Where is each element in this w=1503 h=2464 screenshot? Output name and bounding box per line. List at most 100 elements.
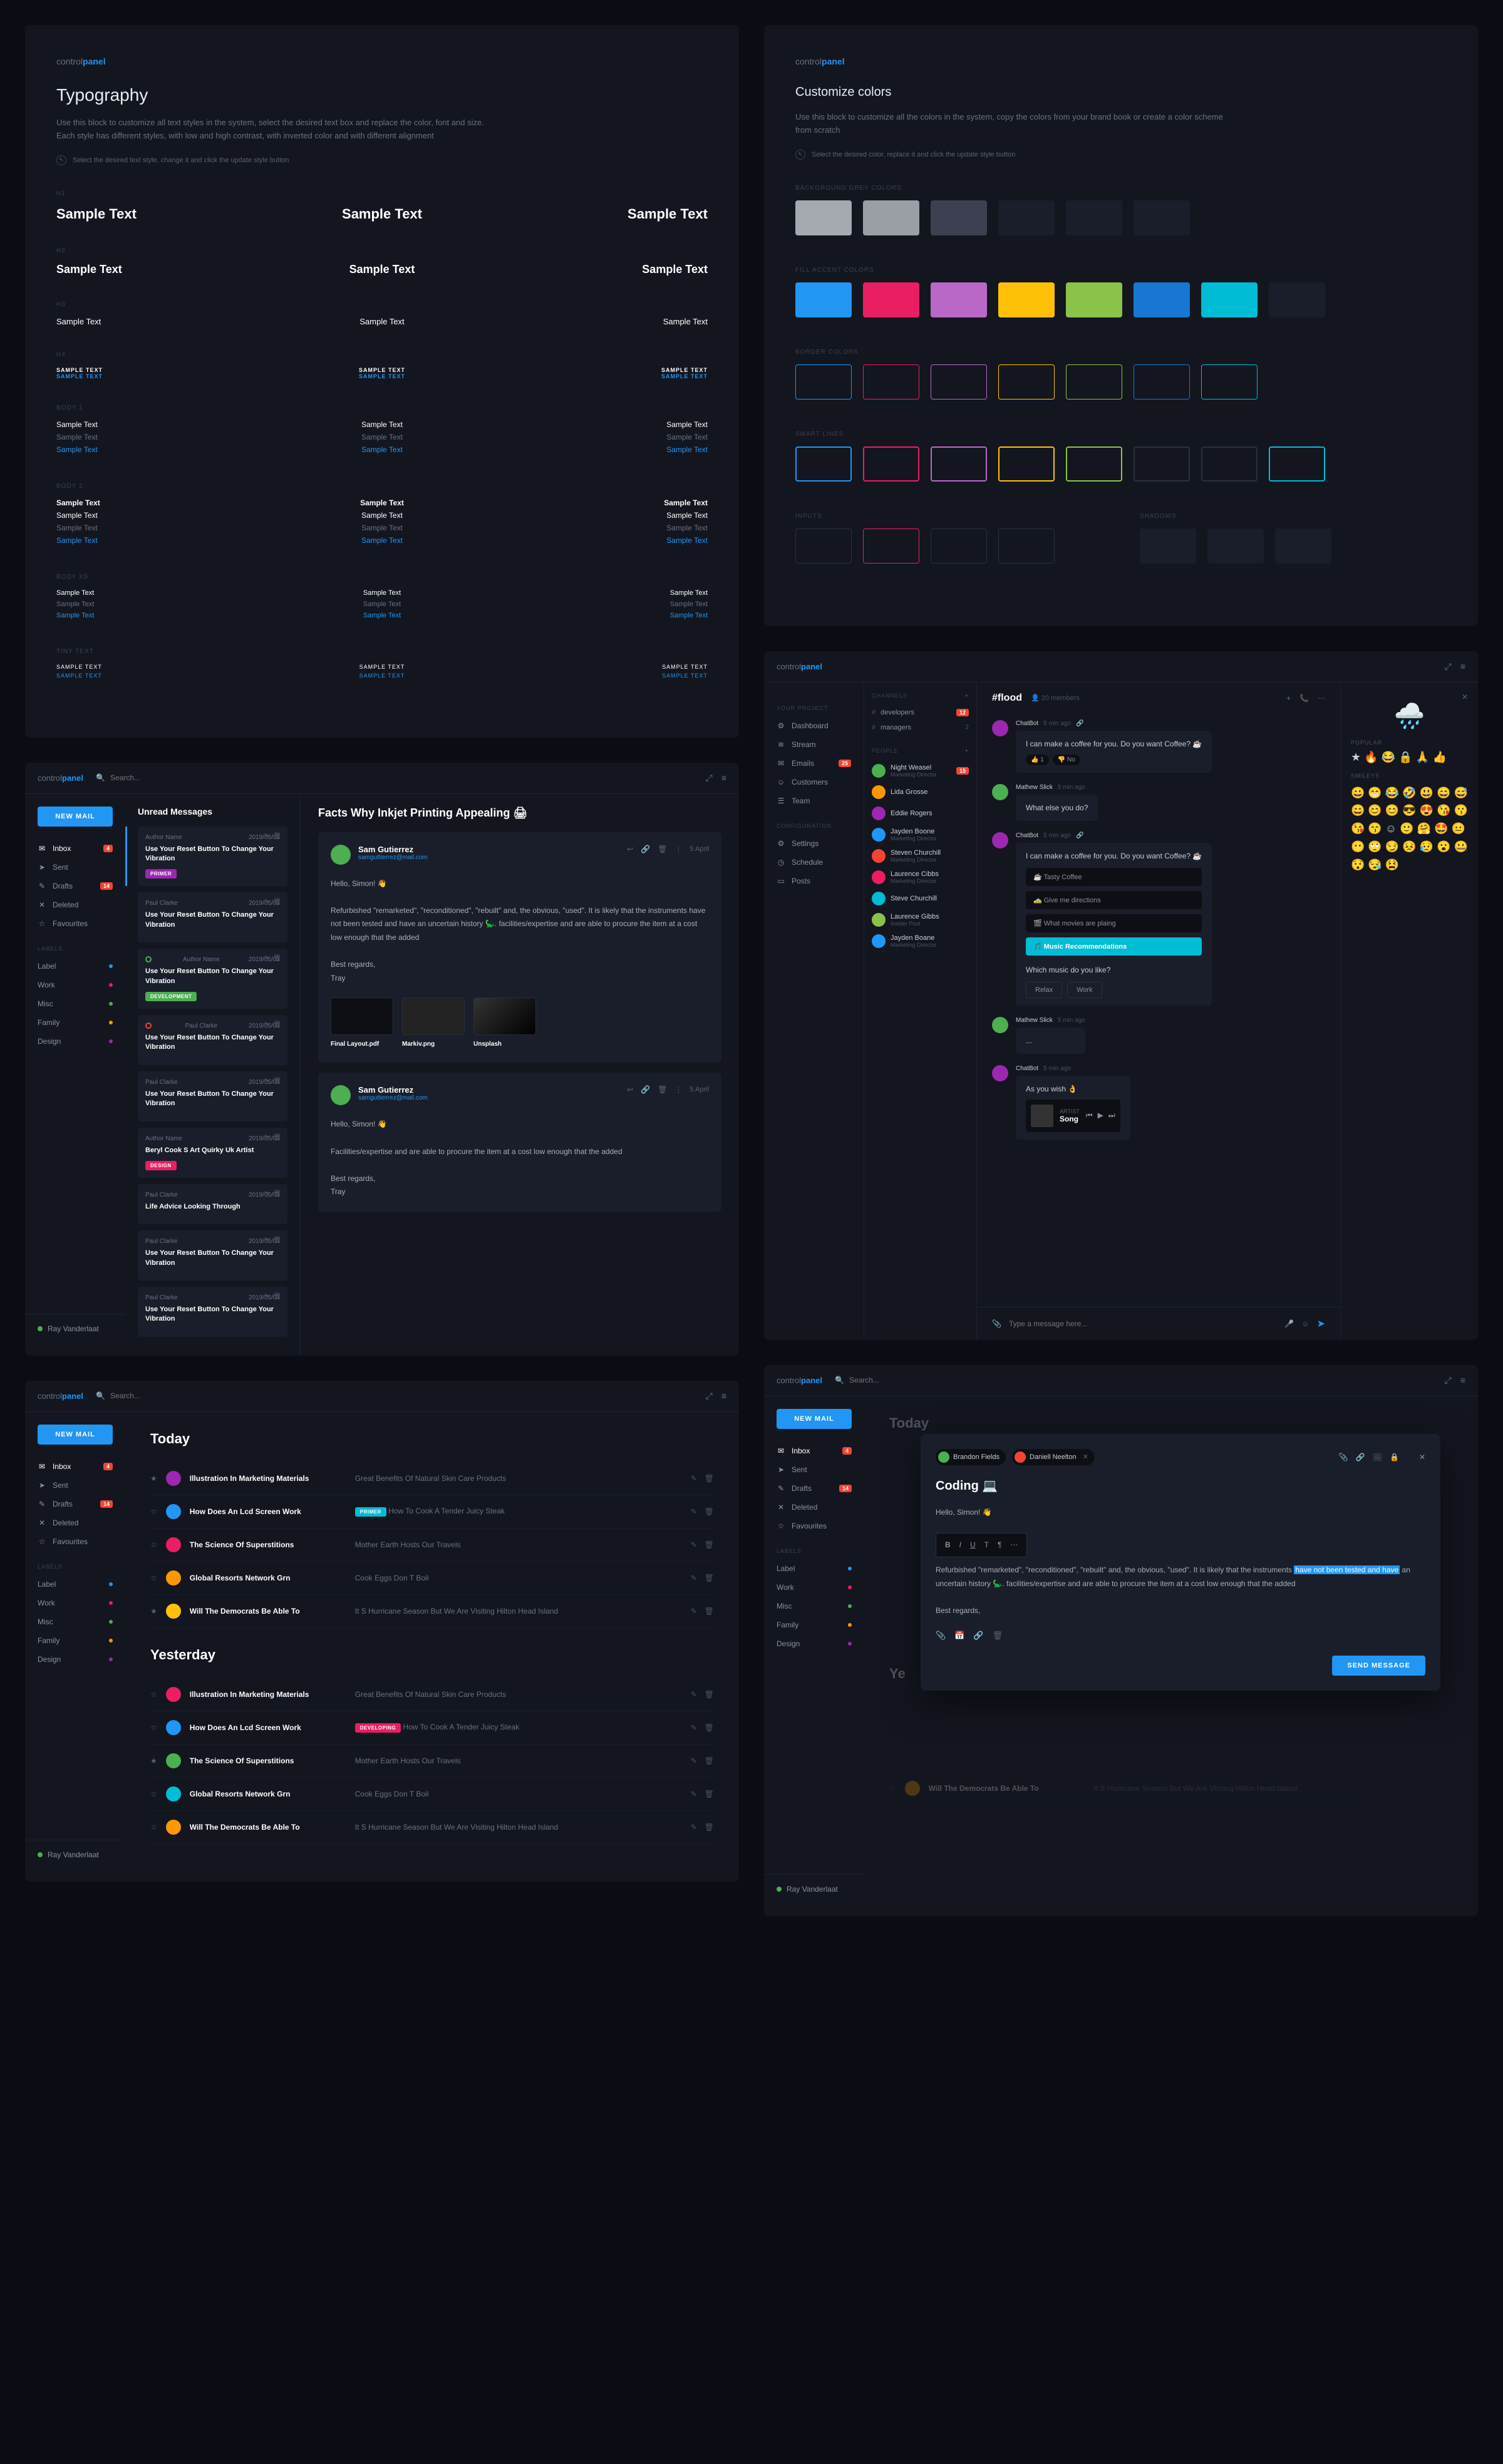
label-design[interactable]: Design: [25, 1032, 125, 1051]
color-swatch[interactable]: [1066, 282, 1122, 317]
more-icon[interactable]: ⋮: [674, 845, 682, 853]
para-button[interactable]: ¶: [998, 1539, 1001, 1552]
nav-item-inbox[interactable]: ✉Inbox4: [25, 839, 125, 858]
color-swatch[interactable]: [1066, 200, 1122, 235]
trash-icon[interactable]: 🗑: [705, 1823, 714, 1832]
color-swatch[interactable]: [998, 364, 1055, 399]
sample-h4[interactable]: SAMPLE TEXT: [56, 373, 261, 379]
sample-body[interactable]: Sample Text: [56, 420, 261, 429]
reply-icon[interactable]: ↩: [627, 1085, 633, 1094]
color-swatch[interactable]: [795, 282, 852, 317]
trash-icon[interactable]: 🗑: [273, 1237, 281, 1244]
trash-icon[interactable]: 🗑: [705, 1574, 714, 1582]
mail-row[interactable]: ☆Global Resorts Network GrnCook Eggs Don…: [150, 1778, 714, 1811]
edit-icon[interactable]: ✎: [264, 955, 269, 962]
suggestion-chip[interactable]: ☕ Tasty Coffee: [1026, 868, 1202, 886]
edit-icon[interactable]: ✎: [264, 1293, 269, 1300]
edit-icon[interactable]: ✎: [264, 899, 269, 905]
label-design[interactable]: Design: [25, 1650, 125, 1669]
star-icon[interactable]: ☆: [150, 1507, 157, 1516]
more-icon[interactable]: ⋯: [1318, 694, 1325, 703]
mail-row[interactable]: ☆The Science Of SuperstitionsMother Eart…: [150, 1528, 714, 1562]
link-icon[interactable]: 🔗: [1356, 1453, 1365, 1461]
sample-h3[interactable]: Sample Text: [503, 317, 708, 326]
color-swatch[interactable]: [795, 446, 852, 482]
sample-tiny[interactable]: SAMPLE TEXT: [56, 664, 261, 670]
sample-tiny[interactable]: SAMPLE TEXT: [503, 673, 708, 679]
trash-icon[interactable]: 🗑: [705, 1690, 714, 1699]
color-swatch[interactable]: [1134, 364, 1190, 399]
color-swatch[interactable]: [863, 364, 919, 399]
sample-h3[interactable]: Sample Text: [280, 317, 485, 326]
mail-row[interactable]: ★Will The Democrats Be Able ToIt S Hurri…: [150, 1595, 714, 1628]
nav-item-posts[interactable]: ▭Posts: [764, 872, 864, 890]
edit-icon[interactable]: ✎: [691, 1540, 697, 1549]
emoji-row[interactable]: ★ 🔥 😂 🔒 🙏 👍: [1351, 751, 1468, 764]
attach-icon[interactable]: 📎: [936, 1631, 946, 1641]
attachment[interactable]: Unsplash: [473, 997, 536, 1050]
edit-icon[interactable]: ✎: [264, 1190, 269, 1197]
nav-item-stream[interactable]: ≋Stream: [764, 735, 864, 754]
edit-icon[interactable]: ✎: [691, 1474, 697, 1483]
nav-item-inbox[interactable]: ✉Inbox4: [25, 1457, 125, 1476]
trash-icon[interactable]: 🗑: [705, 1723, 714, 1732]
color-swatch[interactable]: [998, 446, 1055, 482]
star-icon[interactable]: ☆: [150, 1690, 157, 1699]
trash-icon[interactable]: 🗑: [658, 1085, 667, 1094]
reply-icon[interactable]: ↩: [627, 845, 633, 853]
text-button[interactable]: T: [984, 1539, 989, 1552]
color-swatch[interactable]: [998, 528, 1055, 564]
label-work[interactable]: Work: [25, 1594, 125, 1612]
person-item[interactable]: Steve Churchill: [872, 888, 969, 909]
color-swatch[interactable]: [795, 528, 852, 564]
color-swatch[interactable]: [863, 446, 919, 482]
edit-icon[interactable]: ✎: [691, 1756, 697, 1765]
nav-item-team[interactable]: ☰Team: [764, 791, 864, 810]
nav-item-settings[interactable]: ⚙Settings: [764, 834, 864, 853]
bold-button[interactable]: B: [945, 1539, 951, 1552]
pill-option[interactable]: Relax: [1026, 982, 1062, 998]
pill-option[interactable]: Work: [1067, 982, 1102, 998]
nav-item-drafts[interactable]: ✎Drafts14: [25, 877, 125, 895]
mic-icon[interactable]: 🎤: [1284, 1319, 1294, 1328]
color-swatch[interactable]: [1201, 446, 1258, 482]
sample-body[interactable]: Sample Text: [503, 433, 708, 441]
new-mail-button[interactable]: NEW MAIL: [38, 807, 113, 827]
sample-h1[interactable]: Sample Text: [56, 206, 261, 222]
sample-h4[interactable]: SAMPLE TEXT: [503, 373, 708, 379]
nav-item-favourites[interactable]: ☆Favourites: [764, 1517, 864, 1535]
attachment[interactable]: Final Layout.pdf: [331, 997, 393, 1050]
mail-card[interactable]: Paul Clarke2019/05/03✎🗑Use Your Reset Bu…: [138, 1287, 287, 1337]
color-swatch[interactable]: [1066, 364, 1122, 399]
sender-email[interactable]: samguttierrez@mail.com: [358, 854, 428, 861]
new-mail-button[interactable]: NEW MAIL: [38, 1425, 113, 1445]
nav-item-sent[interactable]: ➤Sent: [25, 858, 125, 877]
close-icon[interactable]: ✕: [1419, 1453, 1425, 1461]
color-swatch[interactable]: [931, 282, 987, 317]
sample-h4[interactable]: SAMPLE TEXT: [503, 367, 708, 373]
nav-item-sent[interactable]: ➤Sent: [764, 1460, 864, 1479]
sample-h1[interactable]: Sample Text: [280, 206, 485, 222]
menu-icon[interactable]: ≡: [721, 1391, 726, 1401]
trash-icon[interactable]: 🗑: [705, 1790, 714, 1798]
suggestion-chip-active[interactable]: 🎵 Music Recommendations: [1026, 937, 1202, 956]
sample-body2[interactable]: Sample Text: [503, 536, 708, 545]
mail-card[interactable]: Author Name2019/05/03✎🗑Beryl Cook S Art …: [138, 1128, 287, 1178]
edit-icon[interactable]: ✎: [264, 1134, 269, 1141]
sample-bodyxs[interactable]: Sample Text: [280, 589, 485, 597]
trash-icon[interactable]: 🗑: [273, 1078, 281, 1085]
mail-row[interactable]: ☆How Does An Lcd Screen WorkDEVELOPING H…: [150, 1711, 714, 1745]
sample-bodyxs[interactable]: Sample Text: [280, 601, 485, 608]
search-input[interactable]: [110, 1391, 235, 1400]
sample-tiny[interactable]: SAMPLE TEXT: [56, 673, 261, 679]
emoji-icon[interactable]: ☺: [1301, 1319, 1309, 1328]
label-label[interactable]: Label: [25, 1575, 125, 1594]
color-swatch[interactable]: [931, 200, 987, 235]
sample-tiny[interactable]: SAMPLE TEXT: [280, 673, 485, 679]
star-icon[interactable]: ★: [150, 1474, 157, 1483]
sample-body[interactable]: Sample Text: [280, 433, 485, 441]
send-icon[interactable]: ➤: [1317, 1317, 1325, 1330]
person-item[interactable]: Eddie Rogers: [872, 803, 969, 824]
sample-h4[interactable]: SAMPLE TEXT: [280, 373, 485, 379]
trash-icon[interactable]: 🗑: [273, 1293, 281, 1300]
